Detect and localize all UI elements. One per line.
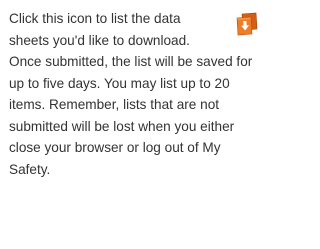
- download-list-icon-graphic: [236, 12, 258, 36]
- download-list-icon[interactable]: [234, 11, 260, 37]
- help-text: Click this icon to list the data sheets …: [9, 11, 253, 177]
- help-panel: Click this icon to list the data sheets …: [0, 0, 273, 249]
